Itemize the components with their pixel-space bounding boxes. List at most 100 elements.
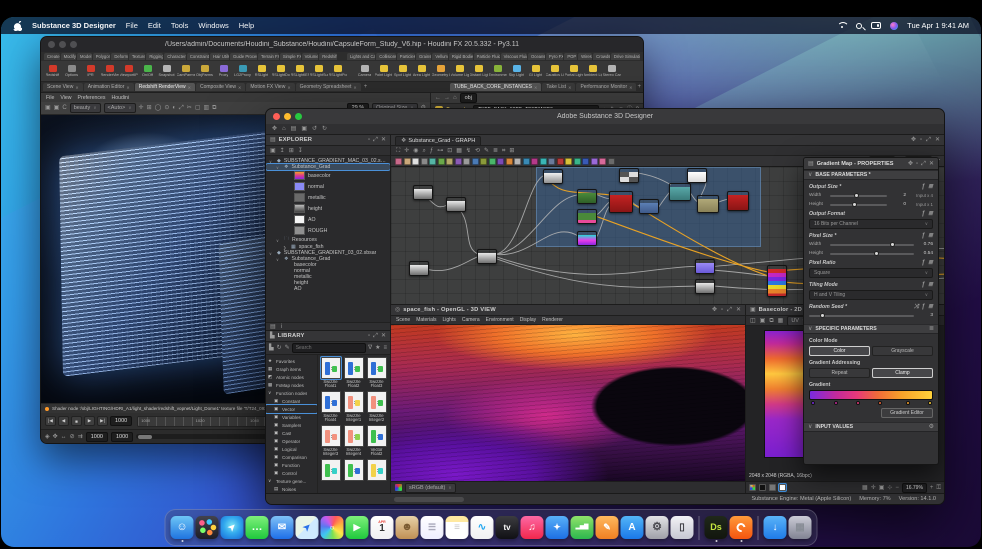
shelf-tab[interactable]: Lights and Ca... — [347, 53, 376, 60]
function-icon[interactable]: ƒ — [922, 184, 925, 190]
menu-item[interactable]: Display — [520, 317, 536, 323]
gradient-stop[interactable] — [905, 401, 910, 405]
shelf-tool[interactable]: Environment Light — [488, 65, 507, 77]
base-parameters-section[interactable]: ∨ BASE PARAMETERS * — [804, 170, 938, 180]
toolbar-icon[interactable]: ⌂ — [282, 126, 286, 132]
toolbar-icon[interactable]: ⊞ — [509, 148, 514, 154]
tree-item[interactable]: ∨ 🗀 Resources — [266, 236, 390, 244]
shelf-tool[interactable]: RSLightSun — [309, 65, 328, 77]
caret-icon[interactable]: ∨ — [276, 165, 281, 170]
dock-icon[interactable]: tv — [495, 516, 519, 539]
shelf-tab[interactable]: Vellum — [432, 53, 448, 60]
panel-control-icon[interactable]: ✥ — [911, 137, 916, 143]
toolbar-icon[interactable]: ▦ — [778, 318, 784, 324]
shelf-tool[interactable]: Volume Light — [450, 65, 469, 77]
node-type-chip[interactable] — [505, 157, 513, 165]
dock-icon[interactable]: ▦ — [788, 516, 812, 539]
home-icon[interactable]: ⌂ — [453, 95, 457, 101]
node-type-chip[interactable] — [548, 157, 555, 165]
search-icon[interactable] — [856, 22, 863, 29]
library-category[interactable]: ∨ Function nodes — [266, 389, 317, 397]
pane-tab[interactable]: TUBE_BACK_CORE_INSTANCES ✕ — [450, 83, 542, 91]
dock-icon[interactable]: ≡ — [445, 516, 469, 539]
graph-node[interactable] — [446, 197, 466, 212]
close-icon[interactable]: ✕ — [381, 333, 386, 339]
shelf-tab[interactable]: Texture — [128, 53, 146, 60]
shelf-tab[interactable]: Polygon — [92, 53, 111, 60]
dock-icon[interactable]: ☰ — [420, 516, 444, 539]
toolbar-icon[interactable]: ⌕ — [422, 148, 425, 154]
toolbar-icon[interactable]: ✛ — [404, 148, 409, 154]
menu-icon[interactable]: ≣ — [928, 233, 933, 239]
control-center-icon[interactable] — [871, 22, 882, 29]
toolbar-icon[interactable]: ⊙ — [164, 105, 169, 111]
menu-item[interactable]: Tools — [171, 21, 189, 30]
toolbar-icon[interactable]: ↧ — [298, 148, 303, 154]
graph-node[interactable] — [695, 279, 715, 294]
node-type-chip[interactable] — [420, 157, 428, 165]
toolbar-icon[interactable]: ✛ — [139, 105, 144, 111]
menu-item[interactable]: Houdini — [112, 95, 130, 101]
filter-icon[interactable]: ★ — [375, 345, 380, 351]
pane-tab[interactable]: Take List ✕ — [542, 83, 576, 91]
shelf-tool[interactable]: Distant Light — [469, 65, 488, 77]
add-tab-icon[interactable]: + — [637, 84, 641, 90]
dock-icon[interactable]: ▂▅▇ — [570, 516, 594, 539]
close-icon[interactable]: ✕ — [629, 85, 632, 90]
node-type-chip[interactable] — [590, 157, 598, 165]
shelf-tool[interactable]: Redshift — [43, 65, 62, 77]
library-category[interactable]: ▣ Control — [266, 469, 317, 477]
toolbar-icon[interactable]: ↯ — [466, 148, 471, 154]
transport-button[interactable]: ▶ — [84, 416, 95, 426]
caret-icon[interactable]: ∨ — [269, 159, 274, 164]
playbar-icon[interactable]: ◈ — [45, 434, 50, 440]
caret-icon[interactable]: ∨ — [276, 238, 281, 243]
menu-item[interactable]: Materials — [416, 317, 436, 323]
shelf-tool[interactable]: Sky Light — [507, 65, 526, 77]
shelf-tool[interactable]: GI Light — [526, 65, 545, 77]
toolbar-icon[interactable]: ⊶ — [437, 148, 443, 154]
dock-icon[interactable]: ➤ — [220, 516, 244, 539]
tree-item[interactable]: AO — [266, 214, 390, 225]
dock-icon[interactable]: ➤ — [295, 516, 319, 539]
toggle-button[interactable]: Repeat — [809, 368, 870, 378]
toolbar-icon[interactable]: ≣ — [493, 148, 498, 154]
toolbar-icon[interactable]: ▣ — [54, 105, 60, 111]
library-category[interactable]: ▣ Comparison — [266, 453, 317, 461]
gradient-bar[interactable] — [809, 390, 933, 400]
pane-tab[interactable]: Motion FX View ✕ — [246, 83, 295, 91]
filter-icon[interactable]: ∇ — [368, 345, 372, 351]
node-type-chip[interactable] — [539, 157, 547, 165]
library-item[interactable]: Swizzle Integer2 — [366, 391, 387, 423]
shelf-tab[interactable]: Simple FX — [279, 53, 301, 60]
shelf-tab[interactable]: Model — [77, 53, 92, 60]
node-type-chip[interactable] — [531, 157, 538, 165]
graph-node[interactable] — [413, 185, 433, 200]
shelf-tool[interactable]: Geometry Light — [431, 65, 450, 77]
node-type-chip[interactable] — [454, 157, 462, 165]
library-category[interactable]: ▩ FxMap nodes — [266, 381, 317, 389]
pixel-height-slider[interactable]: Height 0.54 — [809, 249, 933, 258]
toolbar-icon[interactable]: ↥ — [280, 148, 285, 154]
panel-control-icon[interactable]: ▫ — [721, 307, 723, 313]
menu-icon[interactable]: ≣ — [928, 184, 933, 190]
toolbar-icon[interactable]: ✎ — [484, 148, 489, 154]
output-format-select[interactable]: 16 Bits per Channel ∨ — [809, 219, 933, 229]
caret-icon[interactable]: ∨ — [276, 257, 281, 262]
toolbar-icon[interactable]: ◯ — [155, 105, 162, 111]
shelf-tool[interactable]: Area Light — [412, 65, 431, 77]
close-icon[interactable]: ✕ — [534, 85, 537, 90]
shuffle-icon[interactable]: ⤨ — [914, 304, 919, 310]
specific-parameters-section[interactable]: ∨ SPECIFIC PARAMETERS ≣ — [804, 324, 938, 334]
toolbar-icon[interactable]: ▥ — [204, 105, 210, 111]
menu-item[interactable]: Camera — [462, 317, 480, 323]
panel-control-icon[interactable]: ✕ — [736, 307, 741, 313]
shelf-tab[interactable]: Particle Fluids — [473, 53, 500, 60]
shelf-tool[interactable]: Point Light — [374, 65, 393, 77]
random-seed-slider[interactable]: 3 — [809, 311, 933, 320]
library-category[interactable]: ▣ Function — [266, 461, 317, 469]
wifi-icon[interactable] — [837, 22, 847, 29]
library-item[interactable]: Swizzle Integer3 — [320, 425, 341, 457]
library-category[interactable]: ▣ Logical — [266, 445, 317, 453]
info-icon[interactable]: i — [281, 324, 282, 330]
